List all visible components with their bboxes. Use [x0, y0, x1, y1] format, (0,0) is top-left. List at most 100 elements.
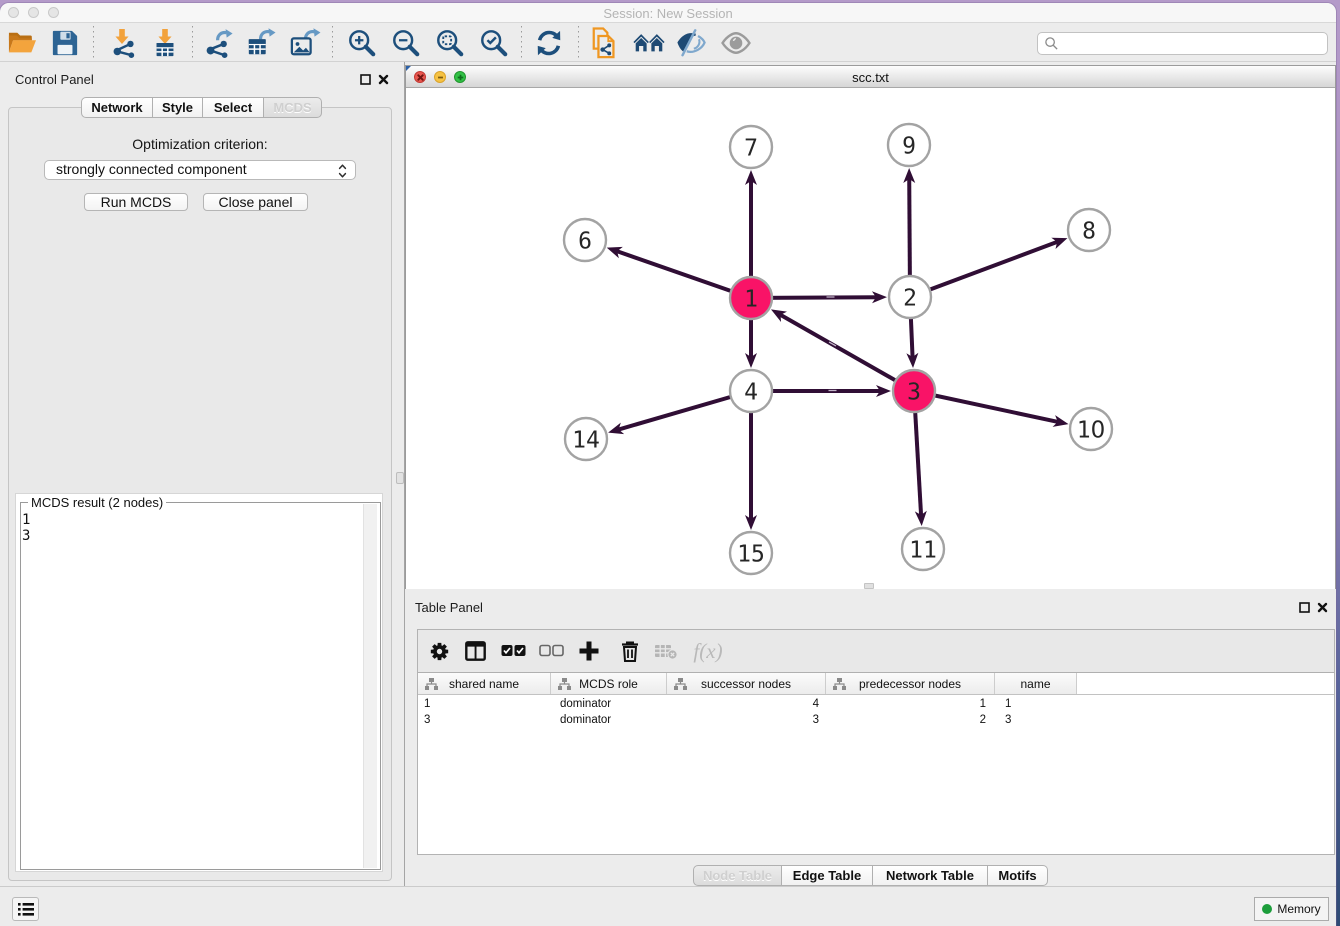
- table-settings-icon[interactable]: [426, 638, 452, 664]
- tab-style[interactable]: Style: [153, 97, 203, 118]
- tab-network[interactable]: Network: [81, 97, 153, 118]
- run-mcds-button[interactable]: Run MCDS: [84, 193, 188, 211]
- criterion-dropdown[interactable]: strongly connected component: [44, 160, 356, 180]
- column-header-name[interactable]: name: [995, 673, 1077, 694]
- graph-node-1[interactable]: 1: [730, 277, 772, 319]
- show-all-icon[interactable]: [720, 28, 752, 58]
- tab-select[interactable]: Select: [203, 97, 264, 118]
- apply-layout-icon[interactable]: [533, 28, 565, 58]
- window-title: Session: New Session: [0, 6, 1336, 21]
- graph-node-8[interactable]: 8: [1068, 209, 1110, 251]
- cell-shared-name: 3: [418, 712, 551, 728]
- memory-button[interactable]: Memory: [1254, 897, 1329, 921]
- column-label: name: [1020, 677, 1050, 691]
- select-all-columns-icon[interactable]: [500, 638, 526, 664]
- node-table: f(x) shared name MCDS role successor nod…: [417, 629, 1335, 855]
- cell-mcds-role: dominator: [551, 712, 667, 728]
- cell-predecessor-nodes: 2: [826, 712, 995, 728]
- graph-node-11[interactable]: 11: [902, 528, 944, 570]
- import-network-icon[interactable]: [106, 28, 138, 58]
- list-icon: [18, 903, 34, 916]
- graph-node-4[interactable]: 4: [730, 370, 772, 412]
- criterion-dropdown-value: strongly connected component: [56, 161, 247, 177]
- column-label: shared name: [449, 677, 519, 691]
- column-header-shared-name[interactable]: shared name: [418, 673, 551, 694]
- hide-selected-icon[interactable]: [675, 28, 707, 58]
- graph-node-9[interactable]: 9: [888, 124, 930, 166]
- table-row[interactable]: 1 dominator 4 1 1: [418, 696, 1334, 712]
- open-session-icon[interactable]: [6, 28, 38, 58]
- table-panel: Table Panel: [405, 591, 1336, 886]
- tab-node-table[interactable]: Node Table: [693, 865, 782, 886]
- node-label-15: 15: [737, 541, 765, 567]
- tab-motifs[interactable]: Motifs: [988, 865, 1048, 886]
- zoom-in-icon[interactable]: [346, 28, 378, 58]
- application-window: Session: New Session: [0, 3, 1336, 926]
- dropdown-arrows-icon: [338, 164, 347, 178]
- table-header-row: shared name MCDS role successor nodes pr…: [418, 672, 1334, 695]
- node-label-14: 14: [572, 427, 600, 453]
- node-label-2: 2: [903, 285, 917, 311]
- control-panel-tabs: Network Style Select MCDS: [81, 97, 322, 118]
- search-input[interactable]: [1037, 32, 1328, 55]
- network-canvas[interactable]: 7 9 6 8 1 2 4 3 14 10 15 11: [406, 89, 1335, 589]
- graph-node-7[interactable]: 7: [730, 126, 772, 168]
- reset-view-icon[interactable]: [633, 28, 665, 58]
- task-history-button[interactable]: [12, 897, 39, 921]
- import-table-icon[interactable]: [149, 28, 181, 58]
- float-panel-icon[interactable]: [360, 74, 371, 85]
- edge-2-8[interactable]: [910, 241, 1059, 297]
- graph-node-10[interactable]: 10: [1070, 408, 1112, 450]
- close-panel-button[interactable]: Close panel: [203, 193, 308, 211]
- function-builder-disabled: f(x): [690, 638, 726, 664]
- vertical-splitter-grip[interactable]: [396, 472, 404, 484]
- graph-node-3[interactable]: 3: [893, 370, 935, 412]
- table-columns-icon[interactable]: [462, 638, 488, 664]
- control-panel: Control Panel Network Style Select MCDS …: [0, 62, 401, 886]
- column-label: predecessor nodes: [859, 677, 961, 691]
- zoom-selected-icon[interactable]: [478, 28, 510, 58]
- close-panel-icon[interactable]: [378, 74, 389, 85]
- graph-node-14[interactable]: 14: [565, 418, 607, 460]
- zoom-out-icon[interactable]: [390, 28, 422, 58]
- toolbar-separator: [192, 26, 193, 59]
- table-float-icon[interactable]: [1299, 602, 1310, 613]
- cell-mcds-role: dominator: [551, 696, 667, 712]
- tab-network-table[interactable]: Network Table: [873, 865, 988, 886]
- node-label-4: 4: [744, 379, 758, 405]
- export-table-icon[interactable]: [245, 28, 277, 58]
- horizontal-splitter-grip[interactable]: [864, 583, 874, 589]
- graph-node-15[interactable]: 15: [730, 532, 772, 574]
- node-label-10: 10: [1077, 417, 1106, 443]
- tab-mcds[interactable]: MCDS: [264, 97, 322, 118]
- clone-network-icon[interactable]: [589, 28, 621, 58]
- main-toolbar: [0, 23, 1336, 62]
- save-session-icon[interactable]: [49, 28, 81, 58]
- node-label-9: 9: [902, 133, 916, 159]
- delete-column-icon[interactable]: [617, 638, 643, 664]
- export-network-icon[interactable]: [203, 28, 235, 58]
- table-close-icon[interactable]: [1317, 602, 1328, 613]
- export-image-icon[interactable]: [289, 28, 321, 58]
- deselect-all-columns-icon[interactable]: [538, 638, 564, 664]
- cell-successor-nodes: 4: [667, 696, 826, 712]
- fx-label: f(x): [693, 639, 722, 664]
- add-column-icon[interactable]: [576, 638, 602, 664]
- table-row[interactable]: 3 dominator 3 2 3: [418, 712, 1334, 728]
- edge-3-10[interactable]: [914, 391, 1059, 422]
- cell-name: 3: [995, 712, 1077, 728]
- graph-node-2[interactable]: 2: [889, 276, 931, 318]
- table-tabs: Node Table Edge Table Network Table Moti…: [693, 865, 1048, 886]
- mcds-result-text[interactable]: 1 3: [22, 512, 30, 545]
- column-header-successor-nodes[interactable]: successor nodes: [667, 673, 826, 694]
- tab-edge-table[interactable]: Edge Table: [782, 865, 873, 886]
- zoom-fit-icon[interactable]: [434, 28, 466, 58]
- toolbar-separator: [578, 26, 579, 59]
- result-scrollbar[interactable]: [363, 504, 377, 868]
- column-header-predecessor-nodes[interactable]: predecessor nodes: [826, 673, 995, 694]
- mcds-result-scrollpane: MCDS result (2 nodes) 1 3: [15, 493, 383, 872]
- column-header-mcds-role[interactable]: MCDS role: [551, 673, 667, 694]
- graph-node-6[interactable]: 6: [564, 219, 606, 261]
- control-panel-title: Control Panel: [15, 72, 94, 87]
- edge-3-1[interactable]: [779, 314, 914, 391]
